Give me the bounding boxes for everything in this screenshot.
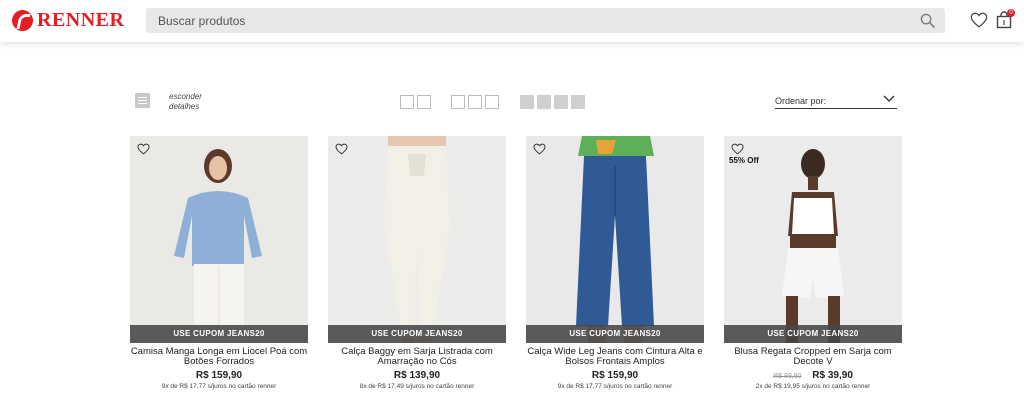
product-price-row: R$ 159,90 <box>526 370 704 381</box>
product-price: R$ 139,90 <box>393 370 441 381</box>
grid-cell-icon <box>554 95 568 109</box>
model-photo <box>782 149 844 343</box>
product-name[interactable]: Calça Wide Leg Jeans com Cintura Alta e … <box>526 347 704 367</box>
chevron-down-icon <box>883 95 895 102</box>
brand-name: RENNER <box>37 8 125 31</box>
grid-3-columns-button[interactable] <box>451 95 499 109</box>
coupon-banner: USE CUPOM JEANS20 <box>724 325 902 343</box>
grid-cell-icon <box>485 95 499 109</box>
grid-4-columns-button[interactable] <box>520 95 585 109</box>
sort-label: Ordenar por: <box>775 96 827 106</box>
product-old-price: R$ 89,90 <box>773 373 802 380</box>
installments-info: 9x de R$ 17,77 s/juros no cartão renner <box>161 383 277 390</box>
product-name[interactable]: Calça Baggy em Sarja Listrada com Amarra… <box>328 347 506 367</box>
hide-details-line2: detalhes <box>169 102 200 111</box>
search-input[interactable] <box>146 8 906 33</box>
renner-logo-mark <box>12 9 33 31</box>
bag-count-badge: 0 <box>1007 9 1015 17</box>
grid-cell-icon <box>451 95 465 109</box>
grid-cell-icon <box>571 95 585 109</box>
model-photo <box>576 136 654 343</box>
grid-cell-icon <box>400 95 414 109</box>
product-name[interactable]: Camisa Manga Longa em Liocel Poá com Bot… <box>130 347 308 367</box>
coupon-banner: USE CUPOM JEANS20 <box>526 325 704 343</box>
product-card[interactable]: USE CUPOM JEANS20 Calça Baggy em Sarja L… <box>328 136 506 390</box>
product-card[interactable]: 55% Off USE CUPOM JEANS20 Blusa Regata C… <box>724 136 902 390</box>
grid-cell-icon <box>468 95 482 109</box>
product-price-row: R$ 159,90 <box>130 370 308 381</box>
discount-badge: 55% Off <box>729 156 759 165</box>
heart-icon[interactable] <box>970 11 988 29</box>
grid-cell-icon <box>520 95 534 109</box>
grid-cell-icon <box>417 95 431 109</box>
hide-details-line1: esconder <box>169 92 202 101</box>
wishlist-heart-icon[interactable] <box>137 143 150 155</box>
product-image[interactable]: USE CUPOM JEANS20 <box>130 136 308 343</box>
sort-dropdown[interactable]: Ordenar por: <box>775 94 897 109</box>
product-price: R$ 39,90 <box>812 370 853 381</box>
site-header: RENNER 0 <box>0 0 1024 42</box>
grid-cell-icon <box>537 95 551 109</box>
installments-info: 2x de R$ 19,95 s/juros no cartão renner <box>755 383 871 390</box>
product-price: R$ 159,90 <box>195 370 243 381</box>
renner-logo[interactable]: RENNER <box>12 9 124 31</box>
product-price-row: R$ 139,90 <box>328 370 506 381</box>
list-icon <box>135 93 150 108</box>
product-price: R$ 159,90 <box>591 370 639 381</box>
product-name[interactable]: Blusa Regata Cropped em Sarja com Decote… <box>724 347 902 367</box>
installments-info: 8x de R$ 17,49 s/juros no cartão renner <box>359 383 475 390</box>
wishlist-heart-icon[interactable] <box>731 143 744 155</box>
grid-2-columns-button[interactable] <box>400 95 431 109</box>
coupon-banner: USE CUPOM JEANS20 <box>328 325 506 343</box>
product-card[interactable]: USE CUPOM JEANS20 Camisa Manga Longa em … <box>130 136 308 390</box>
search-bar <box>146 8 945 33</box>
product-image[interactable]: 55% Off USE CUPOM JEANS20 <box>724 136 902 343</box>
search-icon[interactable] <box>920 13 935 28</box>
wishlist-heart-icon[interactable] <box>533 143 546 155</box>
product-image[interactable]: USE CUPOM JEANS20 <box>526 136 704 343</box>
coupon-banner: USE CUPOM JEANS20 <box>130 325 308 343</box>
hide-details-label: esconder detalhes <box>169 92 229 112</box>
installments-info: 9x de R$ 17,77 s/juros no cartão renner <box>557 383 673 390</box>
hide-details-toggle[interactable]: esconder detalhes <box>135 92 202 111</box>
product-price-row: R$ 89,90 R$ 39,90 <box>724 370 902 381</box>
model-photo <box>174 149 262 343</box>
model-photo <box>384 136 450 343</box>
product-image[interactable]: USE CUPOM JEANS20 <box>328 136 506 343</box>
product-card[interactable]: USE CUPOM JEANS20 Calça Wide Leg Jeans c… <box>526 136 704 390</box>
wishlist-heart-icon[interactable] <box>335 143 348 155</box>
